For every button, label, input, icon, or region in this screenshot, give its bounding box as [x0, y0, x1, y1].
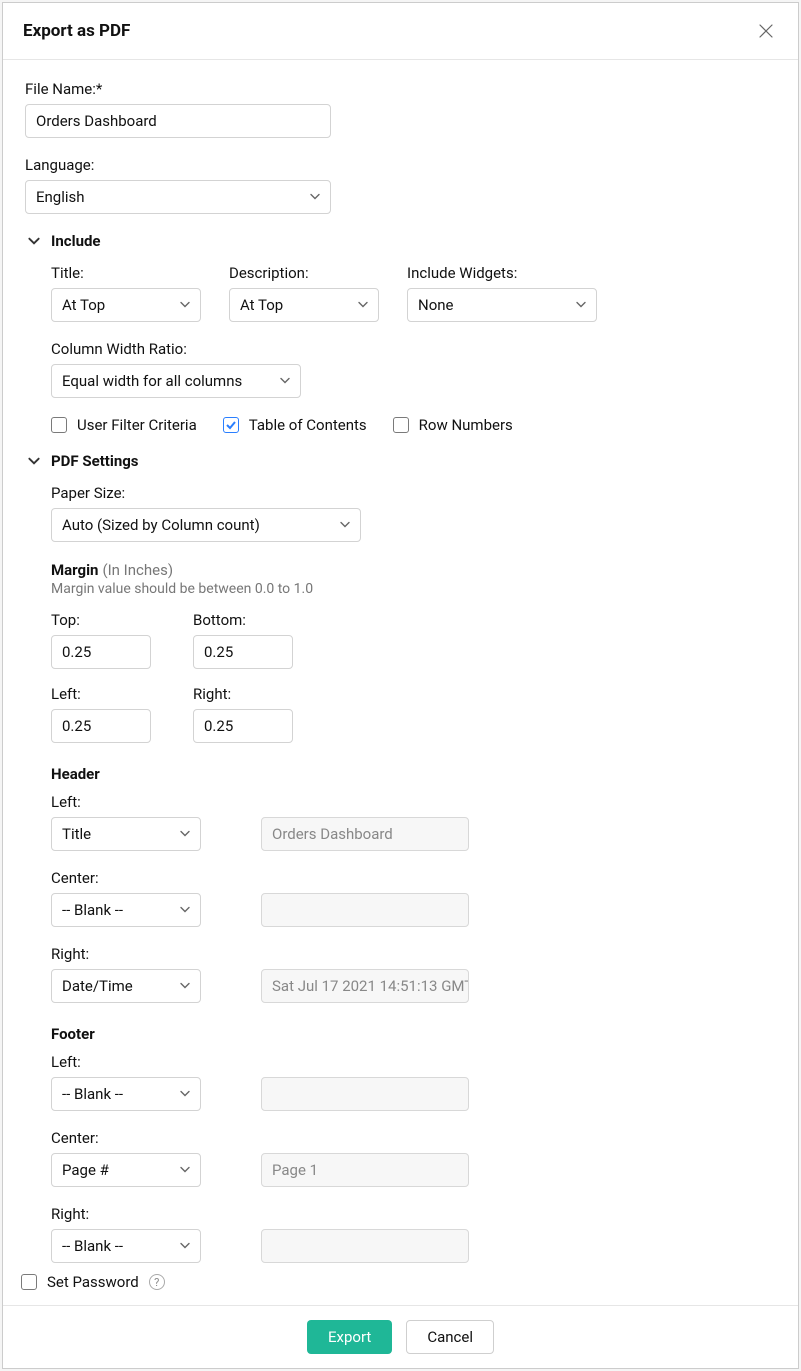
margin-right-input[interactable]: [193, 709, 293, 743]
description-position-select[interactable]: At Top: [229, 288, 379, 322]
table-of-contents-checkbox[interactable]: [223, 417, 239, 433]
paper-size-select[interactable]: Auto (Sized by Column count): [51, 508, 361, 542]
margin-bottom-input[interactable]: [193, 635, 293, 669]
set-password-label: Set Password: [47, 1273, 139, 1291]
include-section-title: Include: [51, 232, 101, 250]
cancel-button[interactable]: Cancel: [406, 1320, 494, 1354]
header-center-select[interactable]: -- Blank --: [51, 893, 201, 927]
footer-heading: Footer: [51, 1025, 776, 1043]
paper-size-label: Paper Size:: [51, 484, 776, 502]
dialog-title: Export as PDF: [23, 21, 130, 41]
pdf-settings-section-header[interactable]: PDF Settings: [25, 452, 776, 470]
file-name-label: File Name:*: [25, 80, 776, 98]
header-left-label: Left:: [51, 793, 201, 811]
export-button[interactable]: Export: [307, 1320, 392, 1354]
margin-top-label: Top:: [51, 611, 151, 629]
footer-left-label: Left:: [51, 1053, 201, 1071]
dialog-header: Export as PDF: [3, 3, 798, 60]
margin-left-input[interactable]: [51, 709, 151, 743]
header-center-value: [261, 893, 469, 927]
header-center-label: Center:: [51, 869, 201, 887]
row-numbers-label: Row Numbers: [419, 416, 513, 434]
header-left-value: Orders Dashboard: [261, 817, 469, 851]
title-label: Title:: [51, 264, 201, 282]
title-position-select[interactable]: At Top: [51, 288, 201, 322]
footer-right-value: [261, 1229, 469, 1263]
include-widgets-label: Include Widgets:: [407, 264, 597, 282]
row-numbers-checkbox[interactable]: [393, 417, 409, 433]
column-width-label: Column Width Ratio:: [51, 340, 776, 358]
margin-top-input[interactable]: [51, 635, 151, 669]
header-right-select[interactable]: Date/Time: [51, 969, 201, 1003]
footer-center-value: Page 1: [261, 1153, 469, 1187]
description-label: Description:: [229, 264, 379, 282]
dialog-footer: Export Cancel: [3, 1305, 798, 1368]
footer-right-select[interactable]: -- Blank --: [51, 1229, 201, 1263]
margin-bottom-label: Bottom:: [193, 611, 293, 629]
margin-heading: Margin: [51, 561, 98, 579]
margin-hint: Margin value should be between 0.0 to 1.…: [51, 581, 776, 597]
export-pdf-dialog: Export as PDF File Name:* Language: Engl…: [2, 2, 799, 1369]
header-heading: Header: [51, 765, 776, 783]
user-filter-criteria-label: User Filter Criteria: [77, 416, 197, 434]
margin-left-label: Left:: [51, 685, 151, 703]
footer-left-select[interactable]: -- Blank --: [51, 1077, 201, 1111]
chevron-down-icon: [25, 454, 43, 468]
footer-right-label: Right:: [51, 1205, 201, 1223]
footer-center-label: Center:: [51, 1129, 201, 1147]
pdf-settings-section-title: PDF Settings: [51, 452, 139, 470]
language-select[interactable]: English: [25, 180, 331, 214]
margin-right-label: Right:: [193, 685, 293, 703]
chevron-down-icon: [25, 234, 43, 248]
dialog-body: File Name:* Language: English Include Ti…: [3, 60, 798, 1305]
footer-center-select[interactable]: Page #: [51, 1153, 201, 1187]
help-icon[interactable]: ?: [149, 1274, 165, 1290]
header-right-value: Sat Jul 17 2021 14:51:13 GMT+0: [261, 969, 469, 1003]
file-name-input[interactable]: [25, 104, 331, 138]
language-label: Language:: [25, 156, 776, 174]
table-of-contents-label: Table of Contents: [249, 416, 367, 434]
column-width-select[interactable]: Equal width for all columns: [51, 364, 301, 398]
set-password-checkbox[interactable]: [21, 1274, 37, 1290]
include-widgets-select[interactable]: None: [407, 288, 597, 322]
header-left-select[interactable]: Title: [51, 817, 201, 851]
header-right-label: Right:: [51, 945, 201, 963]
close-icon[interactable]: [754, 19, 778, 43]
user-filter-criteria-checkbox[interactable]: [51, 417, 67, 433]
margin-unit-label: (In Inches): [102, 561, 173, 579]
footer-left-value: [261, 1077, 469, 1111]
include-section-header[interactable]: Include: [25, 232, 776, 250]
